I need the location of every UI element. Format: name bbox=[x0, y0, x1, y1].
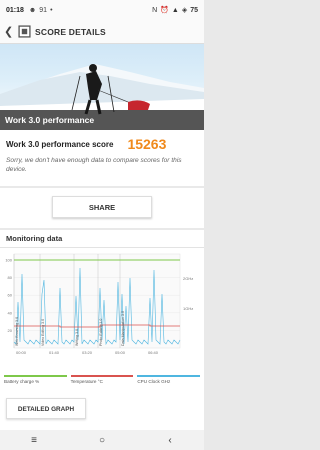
share-button[interactable]: SHARE bbox=[52, 196, 152, 218]
legend-cpu-clock: CPU Clock GHz bbox=[137, 375, 201, 384]
monitoring-section: Monitoring data 100 80 60 40 20 2GHz 1GHz 00:0… bbox=[0, 230, 204, 430]
share-section: SHARE bbox=[0, 188, 204, 228]
y-tick-label: 40 bbox=[8, 310, 13, 315]
x-tick-label: 05:00 bbox=[115, 350, 126, 355]
recent-apps-icon[interactable]: ≡ bbox=[14, 435, 54, 446]
status-bar: 01:18 ☻ 91 • N ⏰ ▲ ◈ 75 bbox=[0, 0, 204, 20]
system-nav-bar: ≡ ○ ‹ bbox=[0, 430, 204, 450]
score-value: 15263 bbox=[127, 136, 167, 152]
segment-label: Data Manipulation 3.0 bbox=[121, 311, 125, 346]
hero-image: Work 3.0 performance bbox=[0, 44, 204, 130]
notification-count: 91 bbox=[39, 6, 48, 14]
y-tick-label: 80 bbox=[8, 275, 13, 280]
clock: 01:18 bbox=[6, 6, 24, 14]
segment-label: Writing 3.0 bbox=[75, 329, 79, 346]
signal-icon: ▲ bbox=[171, 6, 179, 14]
x-tick-label: 00:00 bbox=[16, 350, 27, 355]
home-icon[interactable]: ○ bbox=[82, 435, 122, 446]
hero-caption: Work 3.0 performance bbox=[0, 110, 204, 130]
dot-icon: • bbox=[50, 6, 53, 14]
alarm-icon: ⏰ bbox=[160, 7, 169, 14]
x-tick-label: 01:40 bbox=[49, 350, 60, 355]
score-label: Work 3.0 performance score bbox=[6, 139, 114, 149]
detailed-graph-button[interactable]: DETAILED GRAPH bbox=[6, 398, 86, 419]
back-icon[interactable]: ‹ bbox=[150, 435, 190, 446]
page-title: SCORE DETAILS bbox=[35, 26, 106, 37]
monitoring-heading: Monitoring data bbox=[0, 230, 204, 248]
nfc-icon: N bbox=[152, 6, 158, 14]
score-card: Work 3.0 performance score 15263 Sorry, … bbox=[0, 130, 204, 186]
person-icon: ☻ bbox=[28, 6, 37, 14]
wifi-icon: ◈ bbox=[181, 7, 188, 14]
segment-label: Video Editing 3.0 bbox=[41, 319, 45, 346]
back-arrow-icon[interactable]: ❮ bbox=[4, 25, 18, 38]
score-note: Sorry, we don't have enough data to comp… bbox=[6, 157, 182, 173]
segment-label: Photo Editing 3.0 bbox=[99, 319, 103, 346]
x-tick-label: 06:40 bbox=[148, 350, 159, 355]
battery-level: 75 bbox=[190, 6, 198, 14]
app-bar: ❮ SCORE DETAILS bbox=[0, 20, 204, 44]
y-tick-label: 20 bbox=[8, 328, 13, 333]
pcmark-logo-icon bbox=[18, 25, 31, 38]
monitoring-graph: 100 80 60 40 20 2GHz 1GHz 00:00 01:40 03:20 05:00… bbox=[5, 253, 193, 355]
graph-legend: Battery charge % Temperature °C CPU Cloc… bbox=[4, 375, 201, 384]
y-right-tick-label: 1GHz bbox=[183, 306, 193, 311]
y-right-tick-label: 2GHz bbox=[183, 276, 193, 281]
y-tick-label: 60 bbox=[8, 293, 13, 298]
legend-temperature: Temperature °C bbox=[70, 375, 134, 384]
legend-battery: Battery charge % bbox=[4, 375, 67, 384]
segment-label: Web Browsing 3.0 bbox=[15, 317, 19, 346]
x-tick-label: 03:20 bbox=[82, 350, 93, 355]
y-tick-label: 100 bbox=[5, 258, 12, 263]
